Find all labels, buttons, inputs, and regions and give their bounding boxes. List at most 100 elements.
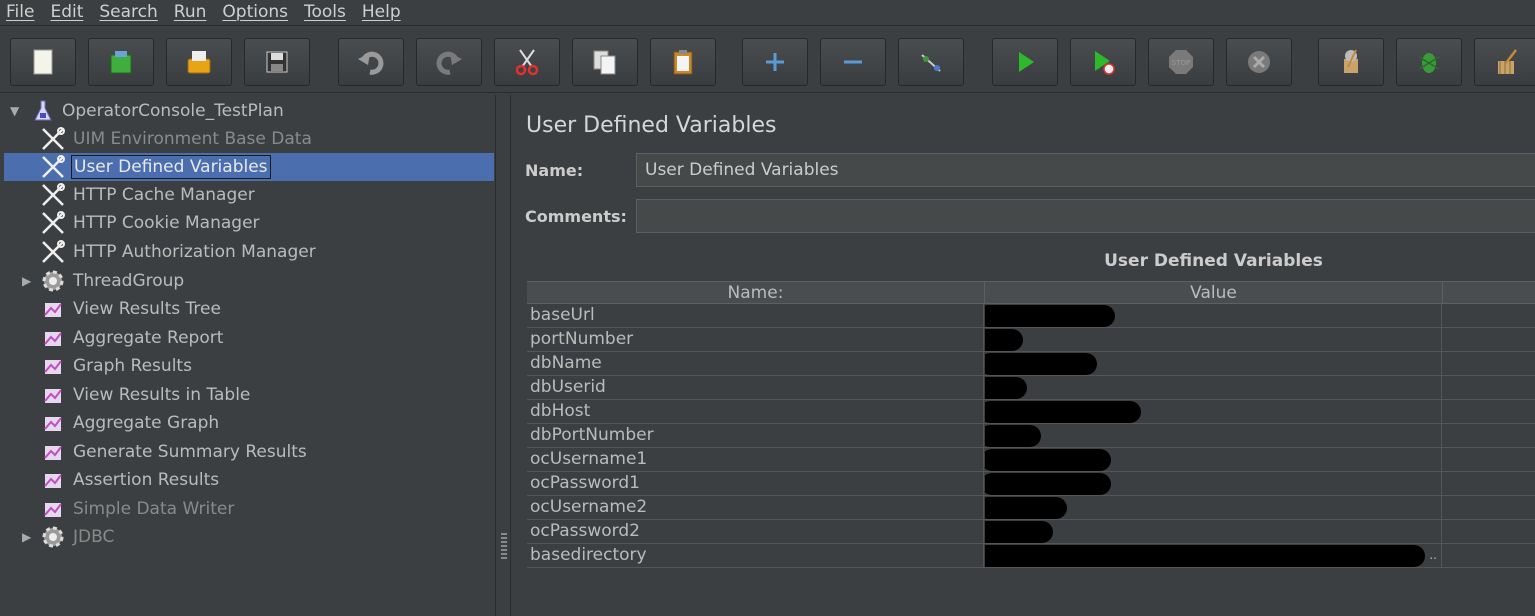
start-no-pauses-button[interactable]	[1070, 38, 1136, 86]
shutdown-button[interactable]	[1226, 38, 1292, 86]
name-field[interactable]: User Defined Variables	[636, 153, 1535, 187]
listener-icon	[38, 438, 68, 466]
variable-value-cell[interactable]	[985, 400, 1442, 423]
variable-name-cell[interactable]: ocPassword1	[527, 472, 984, 495]
extra-cell[interactable]	[1443, 424, 1535, 447]
variable-value-cell[interactable]	[985, 520, 1442, 543]
open-button[interactable]	[166, 38, 232, 86]
variable-name-cell[interactable]: baseUrl	[527, 304, 984, 327]
tree-item-graph-results[interactable]: Graph Results	[0, 352, 494, 380]
tree-item-threadgroup[interactable]: ▶ ThreadGroup	[0, 267, 494, 295]
table-row[interactable]: dbHost	[527, 400, 1535, 424]
tree-item-http-cookie-manager[interactable]: HTTP Cookie Manager	[0, 209, 494, 237]
collapse-button[interactable]	[820, 38, 886, 86]
tree-item-http-authorization-manager[interactable]: HTTP Authorization Manager	[0, 238, 494, 266]
clear-icon	[1344, 49, 1358, 73]
extra-cell[interactable]	[1443, 520, 1535, 543]
tree-item-view-results-tree[interactable]: View Results Tree	[0, 295, 494, 323]
tree-item-user-defined-variables[interactable]: User Defined Variables	[4, 153, 494, 181]
table-row[interactable]: dbPortNumber	[527, 424, 1535, 448]
tree-item-simple-data-writer[interactable]: Simple Data Writer	[0, 495, 494, 523]
table-row[interactable]: ocPassword2	[527, 520, 1535, 544]
table-row[interactable]: baseUrl	[527, 304, 1535, 328]
variable-name-cell[interactable]: portNumber	[527, 328, 984, 351]
variable-value-cell[interactable]	[985, 448, 1442, 471]
tree-item-aggregate-graph[interactable]: Aggregate Graph	[0, 409, 494, 437]
clear-button[interactable]	[1318, 38, 1384, 86]
toggle-button[interactable]	[898, 38, 964, 86]
comments-field[interactable]	[636, 199, 1535, 233]
tree-item-uim-environment[interactable]: UIM Environment Base Data	[0, 125, 494, 153]
menu-help[interactable]: Help	[354, 0, 409, 26]
tree-item-generate-summary-results[interactable]: Generate Summary Results	[0, 438, 494, 466]
start-button[interactable]	[992, 38, 1058, 86]
tree-item-view-results-in-table[interactable]: View Results in Table	[0, 381, 494, 409]
tree-item-aggregate-report[interactable]: Aggregate Report	[0, 324, 494, 352]
column-header-extra[interactable]	[1443, 282, 1535, 304]
undo-button[interactable]	[338, 38, 404, 86]
extra-cell[interactable]	[1443, 472, 1535, 495]
menu-options[interactable]: Options	[214, 0, 296, 26]
extra-cell[interactable]	[1443, 400, 1535, 423]
extra-cell[interactable]	[1443, 352, 1535, 375]
variable-value-cell[interactable]	[985, 352, 1442, 375]
table-row[interactable]: basedirectory..	[527, 544, 1535, 568]
variable-name-cell[interactable]: ocUsername1	[527, 448, 984, 471]
menu-file[interactable]: File	[0, 0, 42, 26]
expanded-arrow-icon[interactable]: ▼	[10, 104, 22, 118]
extra-cell[interactable]	[1443, 328, 1535, 351]
collapsed-arrow-icon[interactable]: ▶	[22, 530, 34, 544]
table-row[interactable]: dbName	[527, 352, 1535, 376]
column-header-value[interactable]: Value	[985, 282, 1443, 304]
redo-button[interactable]	[416, 38, 482, 86]
table-row[interactable]: dbUserid	[527, 376, 1535, 400]
variable-name-cell[interactable]: dbPortNumber	[527, 424, 984, 447]
variable-value-cell[interactable]	[985, 328, 1442, 351]
variable-value-cell[interactable]	[985, 472, 1442, 495]
stop-button[interactable]: STOP	[1148, 38, 1214, 86]
config-element-icon	[38, 209, 68, 237]
variable-value-cell[interactable]	[985, 376, 1442, 399]
column-header-name[interactable]: Name:	[527, 282, 985, 304]
variable-name-cell[interactable]: dbName	[527, 352, 984, 375]
variable-value-cell[interactable]: ..	[985, 544, 1442, 567]
new-button[interactable]	[10, 38, 76, 86]
extra-cell[interactable]	[1443, 448, 1535, 471]
variable-name-cell[interactable]: ocPassword2	[527, 520, 984, 543]
variable-name-cell[interactable]: dbUserid	[527, 376, 984, 399]
variable-value-cell[interactable]	[985, 304, 1442, 327]
copy-button[interactable]	[572, 38, 638, 86]
clear-all-button[interactable]	[1396, 38, 1462, 86]
variable-value-cell[interactable]	[985, 496, 1442, 519]
variable-name-cell[interactable]: dbHost	[527, 400, 984, 423]
extra-cell[interactable]	[1443, 496, 1535, 519]
variable-name-cell[interactable]: ocUsername2	[527, 496, 984, 519]
redaction-mark	[985, 401, 1141, 423]
menu-search[interactable]: Search	[91, 0, 165, 26]
variable-name-cell[interactable]: basedirectory	[527, 544, 984, 567]
menu-run[interactable]: Run	[166, 0, 215, 26]
extra-cell[interactable]	[1443, 304, 1535, 327]
splitter[interactable]	[497, 95, 511, 616]
extra-cell[interactable]	[1443, 376, 1535, 399]
menu-edit[interactable]: Edit	[42, 0, 91, 26]
table-row[interactable]: ocPassword1	[527, 472, 1535, 496]
cut-button[interactable]	[494, 38, 560, 86]
expand-button[interactable]	[742, 38, 808, 86]
templates-button[interactable]	[88, 38, 154, 86]
extra-cell[interactable]	[1443, 544, 1535, 567]
tree-item-http-cache-manager[interactable]: HTTP Cache Manager	[0, 181, 494, 209]
tree-item-jdbc[interactable]: ▶ JDBC	[0, 523, 494, 551]
table-row[interactable]: ocUsername1	[527, 448, 1535, 472]
splitter-grip-icon[interactable]	[501, 533, 507, 561]
paste-button[interactable]	[650, 38, 716, 86]
table-row[interactable]: portNumber	[527, 328, 1535, 352]
table-row[interactable]: ocUsername2	[527, 496, 1535, 520]
save-button[interactable]	[244, 38, 310, 86]
menu-tools[interactable]: Tools	[296, 0, 354, 26]
tree-item-assertion-results[interactable]: Assertion Results	[0, 466, 494, 494]
variable-value-cell[interactable]	[985, 424, 1442, 447]
collapsed-arrow-icon[interactable]: ▶	[22, 274, 34, 288]
tree-root[interactable]: ▼ OperatorConsole_TestPlan	[0, 97, 494, 125]
broom-button[interactable]	[1474, 38, 1535, 86]
